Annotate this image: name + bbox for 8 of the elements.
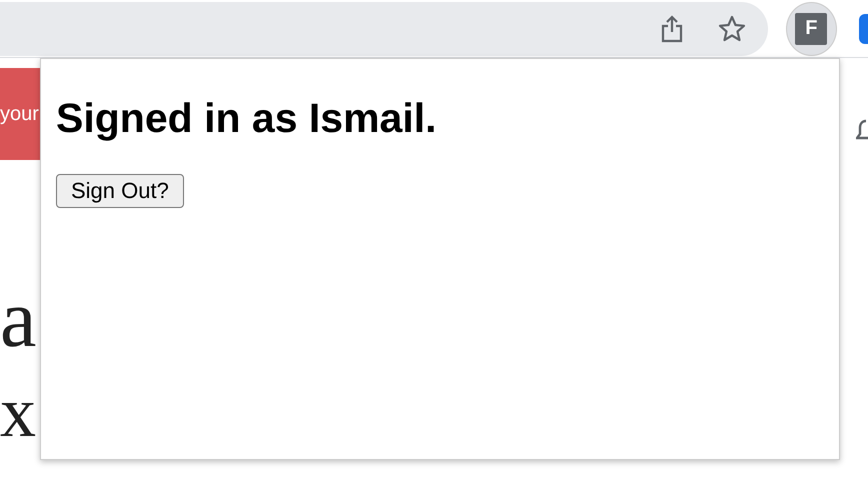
- sign-out-button[interactable]: Sign Out?: [56, 174, 184, 208]
- banner-text: your: [0, 102, 39, 126]
- page-heading: a: [0, 278, 36, 360]
- star-icon[interactable]: [718, 14, 746, 42]
- page-text: x: [0, 376, 36, 448]
- profile-button[interactable]: F: [786, 2, 837, 56]
- share-icon[interactable]: [660, 14, 684, 42]
- popup-heading: Signed in as Ismail.: [56, 95, 437, 142]
